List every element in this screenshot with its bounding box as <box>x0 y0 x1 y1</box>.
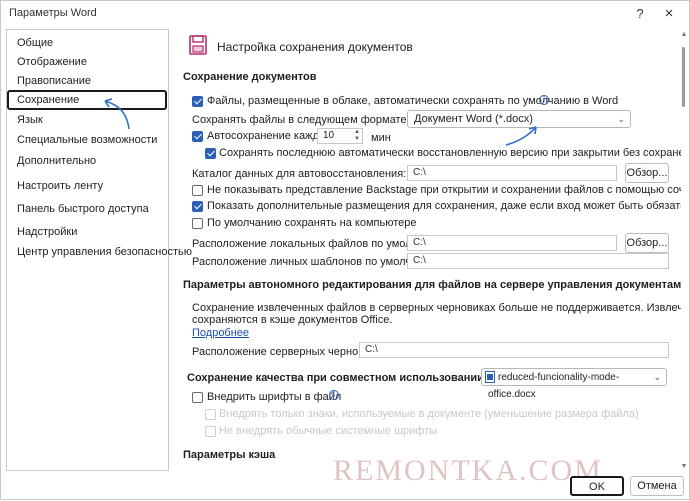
main-scrollbar[interactable]: ▲ ▼ <box>680 31 688 471</box>
cancel-button[interactable]: Отмена <box>630 476 684 496</box>
word-options-window: Параметры Word ? × Общие Отображение Пра… <box>0 0 690 500</box>
scroll-up-icon[interactable]: ▲ <box>680 31 688 39</box>
ok-button[interactable]: OK <box>570 476 624 496</box>
watermark: REMONTKA.COM <box>333 454 603 487</box>
annotation-arrows <box>104 98 537 146</box>
scroll-down-icon[interactable]: ▼ <box>680 463 688 471</box>
annotation-arrow <box>505 126 537 146</box>
scroll-thumb[interactable] <box>682 47 685 107</box>
